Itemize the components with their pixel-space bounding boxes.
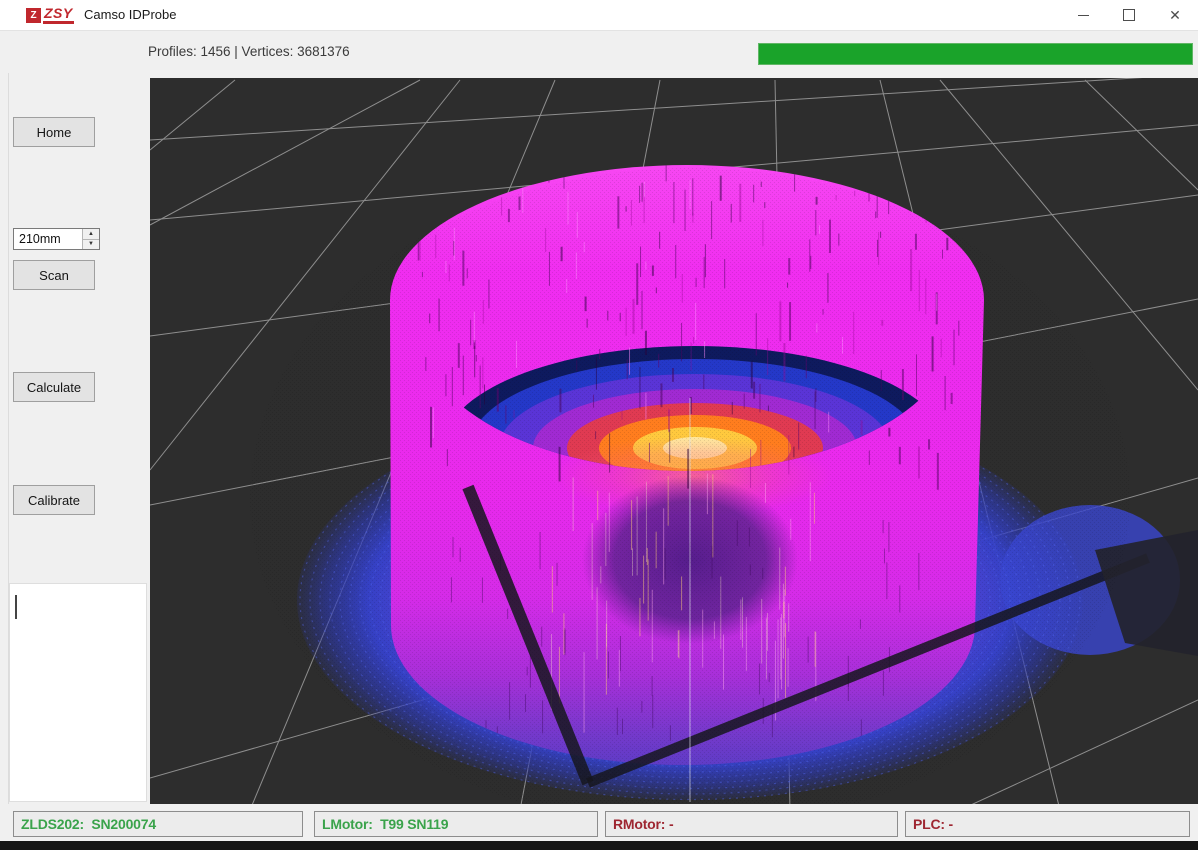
lmotor-status: LMotor: T99 SN119: [314, 811, 598, 837]
calculate-button[interactable]: Calculate: [13, 372, 95, 402]
viewport-3d[interactable]: [150, 78, 1198, 804]
maximize-button[interactable]: [1106, 0, 1152, 30]
diameter-spinner[interactable]: 210mm ▲ ▼: [13, 228, 100, 250]
rmotor-status: RMotor: -: [605, 811, 898, 837]
spinner-arrows: ▲ ▼: [82, 229, 99, 249]
close-icon: ✕: [1169, 8, 1181, 22]
scan-stats-label: Profiles: 1456 | Vertices: 3681376: [148, 31, 350, 73]
text-caret: [15, 595, 17, 619]
zsy-logo-text: ZSY: [43, 6, 74, 24]
spin-down-button[interactable]: ▼: [83, 240, 99, 250]
scan-progress-fill: [759, 44, 1192, 64]
diameter-value[interactable]: 210mm: [14, 229, 82, 249]
calibrate-button[interactable]: Calibrate: [13, 485, 95, 515]
window-controls: ✕: [1060, 0, 1198, 30]
window-title: Camso IDProbe: [84, 0, 176, 30]
plc-status: PLC: -: [905, 811, 1190, 837]
point-cloud-canvas[interactable]: [150, 78, 1198, 804]
close-button[interactable]: ✕: [1152, 0, 1198, 30]
status-bar: ZLDS202: SN200074 LMotor: T99 SN119 RMot…: [0, 804, 1198, 841]
scan-button[interactable]: Scan: [13, 260, 95, 290]
title-bar: Z ZSY Camso IDProbe ✕: [0, 0, 1198, 31]
toolbar: Profiles: 1456 | Vertices: 3681376: [0, 31, 1198, 73]
sidebar: Home 210mm ▲ ▼ Scan Calculate Calibrate: [0, 73, 150, 806]
zsy-logo: Z ZSY: [26, 5, 74, 25]
minimize-button[interactable]: [1060, 0, 1106, 30]
maximize-icon: [1123, 9, 1135, 21]
bottom-strip: [0, 841, 1198, 850]
zsy-logo-icon: Z: [26, 8, 41, 23]
minimize-icon: [1078, 15, 1089, 16]
scan-progress-bar: [758, 43, 1193, 65]
zlds-status: ZLDS202: SN200074: [13, 811, 303, 837]
log-textarea[interactable]: [9, 583, 147, 802]
spin-up-button[interactable]: ▲: [83, 229, 99, 240]
home-button[interactable]: Home: [13, 117, 95, 147]
